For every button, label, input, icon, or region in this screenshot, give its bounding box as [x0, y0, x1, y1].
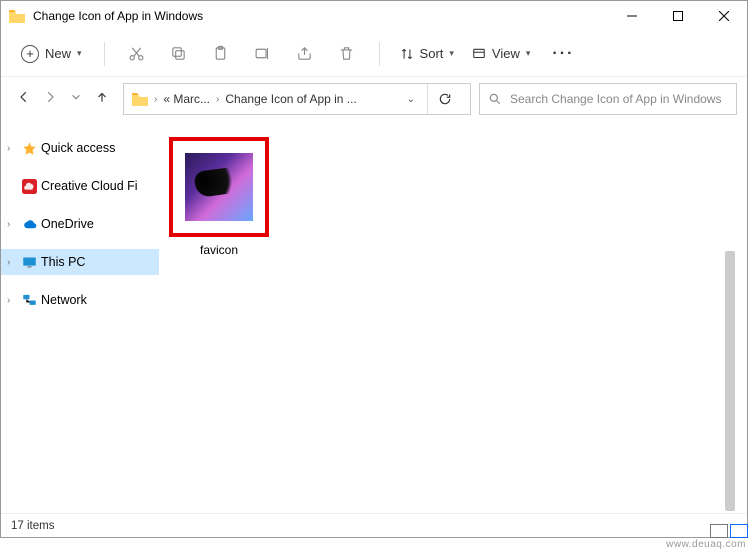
refresh-button[interactable]	[427, 84, 462, 114]
chevron-down-icon: ▾	[449, 48, 454, 59]
sidebar-item-label: Quick access	[41, 141, 115, 155]
details-view-toggle[interactable]	[710, 524, 728, 538]
item-count: 17 items	[11, 520, 54, 532]
navigation-row: › « Marc... › Change Icon of App in ... …	[1, 77, 747, 121]
sidebar-item-label: Network	[41, 293, 87, 307]
chevron-right-icon: ›	[7, 295, 17, 306]
sidebar-item-network[interactable]: › Network	[1, 287, 159, 313]
breadcrumb-2[interactable]: Change Icon of App in ...	[225, 92, 356, 106]
file-thumbnail	[185, 153, 253, 221]
cut-button[interactable]	[119, 36, 155, 72]
up-button[interactable]	[95, 90, 109, 109]
new-button[interactable]: + New ▾	[13, 41, 90, 67]
thumbnail-view-toggle[interactable]	[730, 524, 748, 538]
search-placeholder: Search Change Icon of App in Windows	[510, 92, 721, 106]
address-bar[interactable]: › « Marc... › Change Icon of App in ... …	[123, 83, 471, 115]
window-title: Change Icon of App in Windows	[33, 9, 609, 23]
toolbar: + New ▾ Sort ▾ View ▾ ···	[1, 31, 747, 77]
sidebar-item-quick-access[interactable]: › Quick access	[1, 135, 159, 161]
sidebar-item-label: This PC	[41, 255, 85, 269]
chevron-down-icon: ▾	[526, 48, 531, 59]
chevron-down-icon: ▾	[77, 48, 82, 59]
back-button[interactable]	[17, 90, 31, 109]
sidebar-item-creative-cloud[interactable]: Creative Cloud Fi	[1, 173, 159, 199]
new-label: New	[45, 46, 71, 61]
close-button[interactable]	[701, 1, 747, 31]
more-button[interactable]: ···	[542, 45, 584, 63]
share-button[interactable]	[287, 36, 323, 72]
sidebar-item-label: Creative Cloud Fi	[41, 179, 138, 193]
titlebar: Change Icon of App in Windows	[1, 1, 747, 31]
creative-cloud-icon	[21, 178, 37, 194]
folder-icon	[9, 8, 25, 24]
content-area[interactable]: favicon	[159, 121, 747, 513]
search-input[interactable]: Search Change Icon of App in Windows	[479, 83, 737, 115]
monitor-icon	[21, 254, 37, 270]
maximize-button[interactable]	[655, 1, 701, 31]
file-label: favicon	[169, 243, 269, 257]
watermark: www.deuaq.com	[666, 539, 746, 550]
chevron-right-icon: ›	[7, 219, 17, 230]
view-label: View	[492, 46, 520, 61]
sort-icon	[400, 47, 414, 61]
status-bar: 17 items	[1, 513, 747, 537]
folder-icon	[132, 92, 148, 106]
sidebar-item-this-pc[interactable]: › This PC	[1, 249, 159, 275]
sort-button[interactable]: Sort ▾	[394, 42, 460, 65]
cloud-icon	[21, 216, 37, 232]
forward-button[interactable]	[43, 90, 57, 109]
network-icon	[21, 292, 37, 308]
recent-button[interactable]	[69, 90, 83, 109]
address-dropdown[interactable]: ⌄	[401, 94, 421, 105]
breadcrumb-1[interactable]: « Marc...	[163, 92, 210, 106]
breadcrumb-separator: ›	[216, 94, 219, 105]
scrollbar[interactable]	[725, 251, 735, 511]
sidebar-item-label: OneDrive	[41, 217, 94, 231]
view-button[interactable]: View ▾	[466, 42, 536, 65]
paste-button[interactable]	[203, 36, 239, 72]
chevron-right-icon: ›	[7, 143, 17, 154]
sidebar-item-onedrive[interactable]: › OneDrive	[1, 211, 159, 237]
copy-button[interactable]	[161, 36, 197, 72]
file-item[interactable]: favicon	[169, 137, 269, 257]
rename-button[interactable]	[245, 36, 281, 72]
search-icon	[488, 92, 502, 106]
sidebar: › Quick access Creative Cloud Fi › OneDr…	[1, 121, 159, 513]
star-icon	[21, 140, 37, 156]
minimize-button[interactable]	[609, 1, 655, 31]
sort-label: Sort	[420, 46, 444, 61]
separator	[379, 42, 380, 66]
plus-icon: +	[21, 45, 39, 63]
delete-button[interactable]	[329, 36, 365, 72]
separator	[104, 42, 105, 66]
chevron-right-icon: ›	[7, 257, 17, 268]
file-thumbnail-highlight	[169, 137, 269, 237]
view-icon	[472, 47, 486, 61]
breadcrumb-separator: ›	[154, 94, 157, 105]
